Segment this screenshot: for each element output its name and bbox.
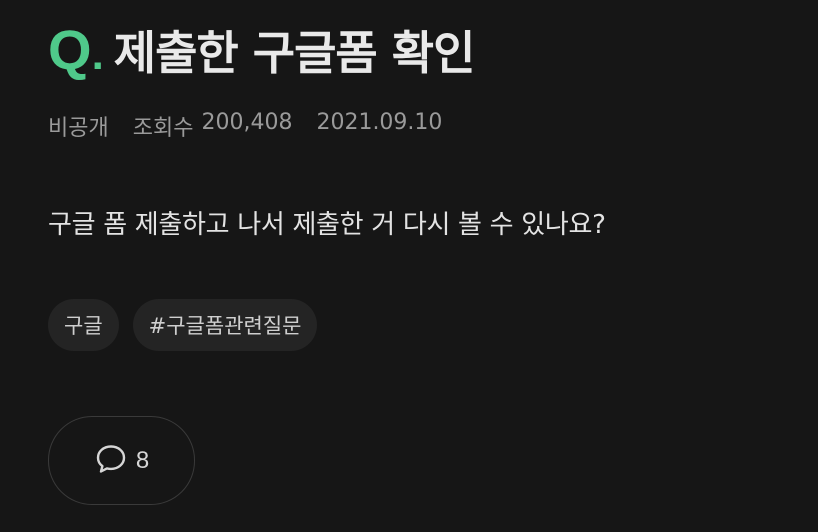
question-mark-badge: Q . [48,22,104,78]
comment-count: 8 [135,446,150,474]
tag-google-form-question[interactable]: #구글폼관련질문 [132,299,318,351]
visibility-label: 비공개 [48,116,109,141]
question-title-row: Q . 제출한 구글폼 확인 [48,22,476,80]
tag-google[interactable]: 구글 [48,299,119,351]
q-letter: Q [48,18,92,81]
post-date: 2021.09.10 [316,110,443,135]
q-dot: . [91,30,104,79]
question-page: Q . 제출한 구글폼 확인 비공개 조회수 200,408 2021.09.1… [0,0,818,532]
views-number: 200,408 [201,110,293,135]
page-title: 제출한 구글폼 확인 [113,26,476,80]
speech-bubble-icon [94,442,128,479]
comments-button[interactable]: 8 [48,416,195,505]
question-body: 구글 폼 제출하고 나서 제출한 거 다시 볼 수 있나요? [48,210,606,240]
view-count: 조회수 200,408 [133,110,293,142]
question-meta: 비공개 조회수 200,408 2021.09.10 [48,110,442,142]
tag-list: 구글 #구글폼관련질문 [48,299,318,351]
views-label: 조회수 [132,116,194,141]
